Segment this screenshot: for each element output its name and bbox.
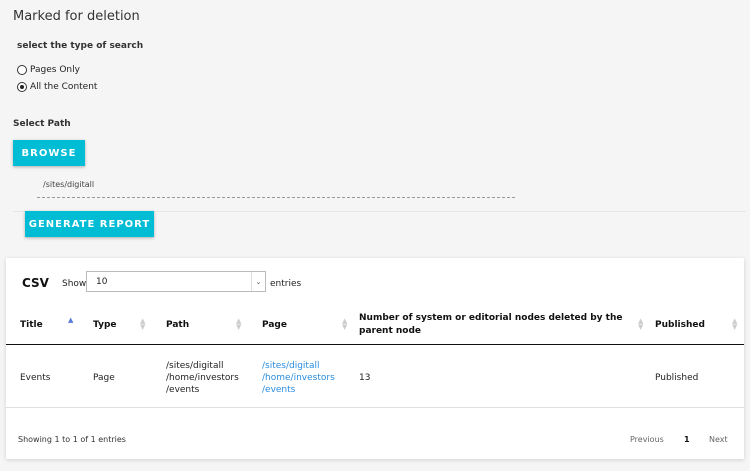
radio-all-content-circle[interactable] xyxy=(17,82,27,92)
column-header-path[interactable]: Path xyxy=(166,320,189,330)
table-info: Showing 1 to 1 of 1 entries xyxy=(18,435,126,444)
cell-path-line: /events xyxy=(166,385,200,395)
entries-select[interactable]: 10 ⌄ xyxy=(86,271,266,292)
page-title: Marked for deletion xyxy=(13,9,140,24)
cell-path-line: /home/investors xyxy=(166,373,239,383)
cell-path-line: /sites/digitall xyxy=(166,361,224,371)
cell-title: Events xyxy=(20,373,51,383)
column-header-type[interactable]: Type xyxy=(93,320,116,330)
cell-page-link[interactable]: /sites/digitall /home/investors /events xyxy=(262,360,335,396)
radio-pages-only-circle[interactable] xyxy=(17,65,27,75)
browse-button[interactable]: BROWSE xyxy=(13,140,85,166)
entries-label: entries xyxy=(270,279,302,289)
selected-path-value: /sites/digitall xyxy=(43,180,95,189)
report-table-card: CSV Show 10 ⌄ entries Title ▲ Type ▲ ▼ Pa… xyxy=(6,258,744,459)
generate-report-button[interactable]: GENERATE REPORT xyxy=(25,211,154,237)
sort-both-icon[interactable]: ▲ ▼ xyxy=(140,318,145,331)
column-header-count[interactable]: Number of system or editorial nodes dele… xyxy=(359,312,634,338)
column-header-page[interactable]: Page xyxy=(262,320,287,330)
radio-all-content-label: All the Content xyxy=(30,82,98,92)
show-label: Show xyxy=(62,279,87,289)
entries-select-value: 10 xyxy=(96,276,108,287)
select-path-label: Select Path xyxy=(13,119,71,129)
pagination-previous[interactable]: Previous xyxy=(630,435,664,444)
sort-both-icon[interactable]: ▲ ▼ xyxy=(236,318,241,331)
path-underline xyxy=(37,197,515,198)
radio-pages-only-label: Pages Only xyxy=(30,65,80,75)
cell-count: 13 xyxy=(359,373,371,383)
search-type-label: select the type of search xyxy=(17,41,144,51)
column-header-title[interactable]: Title xyxy=(20,320,43,330)
page-link-line[interactable]: /home/investors xyxy=(262,372,335,384)
cell-published: Published xyxy=(655,373,699,383)
column-header-published[interactable]: Published xyxy=(655,320,705,330)
chevron-down-icon[interactable]: ⌄ xyxy=(251,272,265,291)
pagination-page-1[interactable]: 1 xyxy=(684,435,690,444)
radio-all-content[interactable]: All the Content xyxy=(17,82,97,92)
page-link-line[interactable]: /sites/digitall xyxy=(262,360,335,372)
pagination-next[interactable]: Next xyxy=(709,435,728,444)
page-link-line[interactable]: /events xyxy=(262,384,335,396)
sort-both-icon[interactable]: ▲ ▼ xyxy=(732,318,737,331)
csv-export-button[interactable]: CSV xyxy=(22,276,49,290)
sort-both-icon[interactable]: ▲ ▼ xyxy=(638,318,643,331)
sort-asc-icon[interactable]: ▲ xyxy=(68,317,73,324)
table-row-divider xyxy=(6,407,744,408)
sort-both-icon[interactable]: ▲ ▼ xyxy=(342,318,347,331)
cell-path: /sites/digitall /home/investors /events xyxy=(166,360,239,396)
table-header-divider xyxy=(6,344,744,345)
radio-pages-only[interactable]: Pages Only xyxy=(17,65,80,75)
cell-type: Page xyxy=(93,373,115,383)
